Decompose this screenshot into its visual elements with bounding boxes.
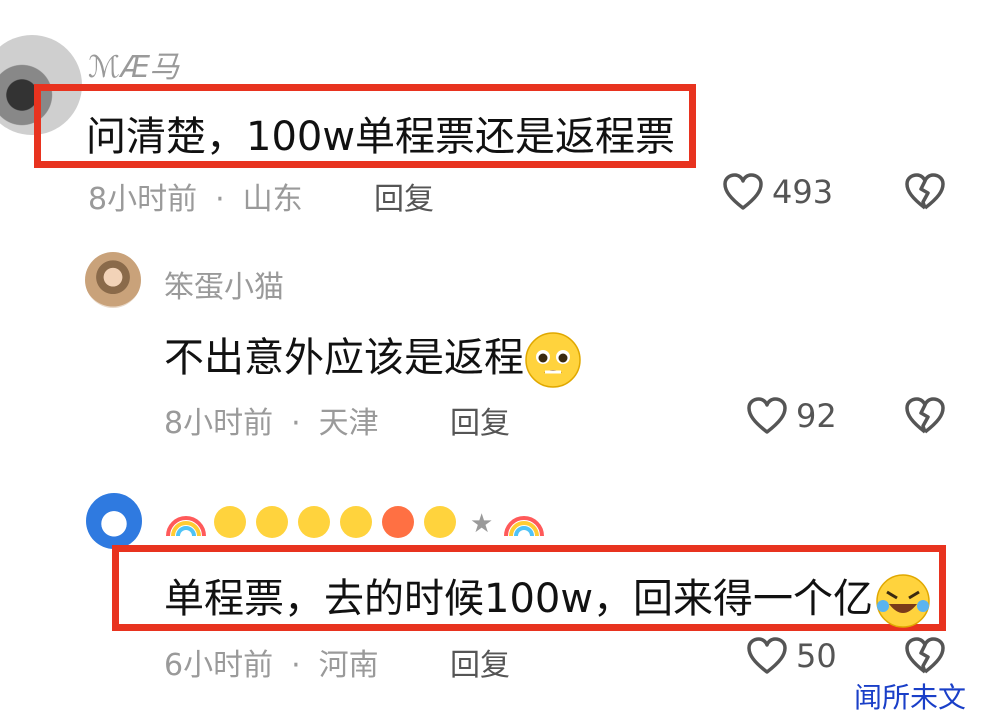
broken-heart-icon [905, 173, 945, 210]
like-count: 92 [796, 397, 837, 435]
pleading-face-emoji-icon [525, 332, 581, 388]
reply-button[interactable]: 回复 [450, 398, 510, 442]
heart-icon [747, 397, 787, 434]
svg-text:★: ★ [470, 509, 495, 539]
comment-text: 单程票，去的时候100w，回来得一个亿 [164, 566, 933, 630]
separator: · [215, 182, 225, 217]
reply-button[interactable]: 回复 [450, 640, 510, 684]
heart-icon [723, 173, 763, 210]
rainbow-icon [166, 516, 206, 537]
location: 河南 [318, 648, 379, 683]
dislike-button[interactable] [904, 172, 946, 216]
rainbow-icon [504, 516, 544, 537]
username[interactable]: 笨蛋小猫 [164, 262, 284, 306]
rolling-laughing-emoji-icon [876, 574, 930, 628]
like-count: 493 [772, 173, 834, 211]
broken-heart-icon [905, 637, 945, 674]
username-decoration-icon: ★ [166, 506, 544, 539]
reply-button[interactable]: 回复 [374, 174, 434, 218]
comment-text: 问清楚，100w单程票还是返程票 [86, 114, 676, 160]
timestamp: 8小时前 [164, 406, 274, 441]
timestamp: 8小时前 [88, 182, 198, 217]
comment-body: 单程票，去的时候100w，回来得一个亿 [164, 576, 874, 622]
like-button[interactable]: 50 [746, 636, 837, 676]
like-button[interactable]: 493 [722, 172, 833, 212]
separator: · [291, 648, 301, 683]
username[interactable]: ★ [164, 500, 554, 547]
separator: · [291, 406, 301, 441]
timestamp: 6小时前 [164, 648, 274, 683]
comment-text: 不出意外应该是返程 [164, 325, 582, 389]
comment-meta: 6小时前 · 河南 [164, 640, 379, 684]
avatar[interactable] [86, 493, 142, 549]
location: 山东 [242, 182, 303, 217]
broken-heart-icon [905, 397, 945, 434]
like-button[interactable]: 92 [746, 396, 837, 436]
dislike-button[interactable] [904, 396, 946, 440]
comment-meta: 8小时前 · 天津 [164, 398, 379, 442]
username[interactable]: ℳÆ马 [88, 42, 179, 86]
avatar[interactable] [85, 252, 141, 308]
watermark: 闻所未文 [854, 681, 967, 714]
comment-body: 不出意外应该是返程 [164, 335, 524, 381]
like-count: 50 [796, 637, 837, 675]
heart-icon [747, 637, 787, 674]
comment-meta: 8小时前 · 山东 [88, 174, 303, 218]
dislike-button[interactable] [904, 636, 946, 680]
location: 天津 [318, 406, 379, 441]
